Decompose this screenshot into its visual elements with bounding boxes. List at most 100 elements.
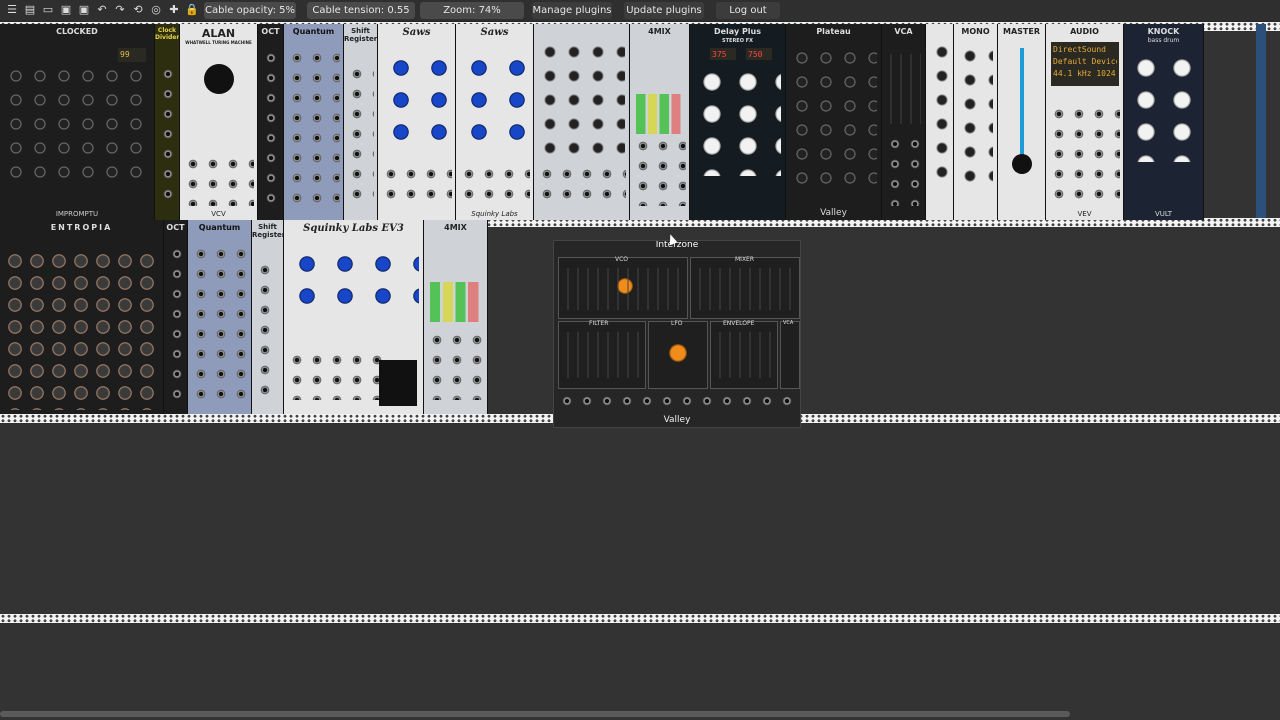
jack-grid[interactable] (537, 164, 626, 206)
jack-grid[interactable] (183, 154, 254, 206)
jack-column[interactable] (255, 260, 280, 400)
output-panel[interactable] (379, 360, 417, 406)
section-label: LFO (671, 320, 683, 327)
module-saws-2[interactable]: Saws Squinky Labs (456, 24, 534, 220)
module-adsr-2[interactable] (926, 24, 954, 220)
fader-bank[interactable] (886, 54, 921, 124)
save-as-icon[interactable]: ▣ (76, 2, 92, 18)
module-title: 4MIX (444, 223, 467, 232)
step-ring[interactable] (4, 250, 154, 410)
lock-icon[interactable]: 🔒 (184, 2, 200, 18)
module-title: MONO (961, 27, 990, 36)
jack-grid[interactable] (427, 330, 484, 400)
jack-grid[interactable] (191, 244, 248, 400)
zoom-slider[interactable]: Zoom: 74% (420, 2, 524, 19)
horizontal-scrollbar[interactable] (0, 711, 1070, 717)
module-oct[interactable]: OCT (258, 24, 284, 220)
module-shift-register-2[interactable]: Shift Register (252, 220, 284, 414)
module-entropia[interactable]: ENTROPIA (0, 220, 164, 414)
file-icon[interactable]: ▤ (22, 2, 38, 18)
module-4mix-top[interactable]: 4MIX (630, 24, 690, 220)
module-quantum[interactable]: Quantum (284, 24, 344, 220)
filter-faders[interactable] (563, 332, 641, 378)
module-title: Saws (402, 27, 431, 38)
module-knock[interactable]: KNOCK bass drum VULT (1124, 24, 1204, 220)
master-level-knob[interactable] (1012, 154, 1032, 174)
module-title: Clock Divider (155, 27, 180, 41)
envelope-section[interactable]: ENVELOPE (710, 320, 778, 389)
module-quantum-2[interactable]: Quantum (188, 220, 252, 414)
module-4mix-bottom[interactable]: 4MIX (424, 220, 488, 414)
vca-section[interactable]: VCA (780, 320, 800, 389)
knob-grid[interactable] (1128, 52, 1199, 162)
module-squinky-evo[interactable]: Squinky Labs EV3 (284, 220, 424, 414)
jack-column[interactable] (885, 134, 922, 206)
filter-section[interactable]: FILTER (558, 320, 646, 389)
module-alan[interactable]: ALAN WHATWELL TURING MACHINE VCV (180, 24, 258, 220)
module-vca[interactable]: VCA (882, 24, 926, 220)
rack[interactable]: CLOCKED 99 IMPROMPTU Clock Divider ALAN … (0, 22, 1280, 720)
audio-device-display[interactable]: DirectSound Default Device (1-2 out) 44.… (1051, 42, 1119, 86)
module-clocked[interactable]: CLOCKED 99 IMPROMPTU (0, 24, 155, 220)
module-interzone[interactable]: Interzone VCO MIXER FILTER LFO ENVELOPE … (553, 240, 801, 428)
module-saws-1[interactable]: Saws (378, 24, 456, 220)
update-plugins-button[interactable]: Update plugins (624, 2, 704, 19)
knob-grid[interactable] (694, 66, 781, 176)
jack-row[interactable] (557, 391, 797, 409)
section-label: VCO (615, 256, 629, 263)
cable-opacity-slider[interactable]: Cable opacity: 5% (204, 2, 296, 19)
module-plateau[interactable]: Plateau Valley (786, 24, 882, 220)
vco-faders[interactable] (563, 268, 683, 310)
library-icon[interactable]: ◎ (148, 2, 164, 18)
module-clock-divider[interactable]: Clock Divider (155, 24, 180, 220)
module-title: Quantum (292, 27, 335, 36)
module-subtitle: WHATWELL TURING MACHINE (185, 40, 252, 45)
lfo-section[interactable]: LFO (648, 320, 708, 389)
jack-grid[interactable] (287, 48, 340, 206)
save-icon[interactable]: ▣ (58, 2, 74, 18)
cpu-icon[interactable]: ⟲ (130, 2, 146, 18)
knob-grid[interactable] (790, 46, 877, 186)
jack-grid[interactable] (381, 164, 452, 206)
mixer-section[interactable]: MIXER (690, 256, 800, 319)
vco-section[interactable]: VCO (558, 256, 688, 319)
manage-plugins-button[interactable]: Manage plugins (532, 2, 612, 19)
module-title: MASTER (1003, 27, 1040, 36)
main-knob[interactable] (204, 64, 234, 94)
module-title: CLOCKED (56, 27, 98, 36)
jack-column[interactable] (158, 64, 176, 206)
module-shift-register[interactable]: Shift Register (344, 24, 378, 220)
module-oct-2[interactable]: OCT (164, 220, 188, 414)
menu-icon[interactable]: ☰ (4, 2, 20, 18)
rack-rail (0, 614, 1280, 623)
module-delay-plus[interactable]: Delay Plus STEREO FX 375 750 (690, 24, 786, 220)
jack-column[interactable] (261, 48, 280, 206)
master-fader[interactable] (1020, 48, 1024, 158)
knob-grid[interactable] (288, 248, 419, 318)
jack-grid[interactable] (287, 350, 383, 400)
knob-grid[interactable] (460, 52, 529, 152)
knob-grid[interactable] (538, 40, 625, 160)
knob-grid[interactable] (4, 64, 150, 184)
knob-column[interactable] (930, 40, 949, 190)
lfo-rate-knob[interactable] (669, 344, 687, 362)
jack-grid[interactable] (1049, 104, 1120, 206)
envelope-faders[interactable] (715, 332, 773, 378)
log-out-button[interactable]: Log out (716, 2, 780, 19)
module-mono[interactable]: MONO (954, 24, 998, 220)
knob-grid[interactable] (958, 44, 993, 184)
mixer-faders[interactable] (695, 268, 795, 310)
jack-column[interactable] (167, 244, 184, 400)
jack-column[interactable] (347, 64, 374, 206)
module-master[interactable]: MASTER (998, 24, 1046, 220)
knob-grid[interactable] (382, 52, 451, 152)
module-audio[interactable]: AUDIO DirectSound Default Device (1-2 ou… (1046, 24, 1124, 220)
jack-grid[interactable] (459, 164, 530, 206)
undo-icon[interactable]: ↶ (94, 2, 110, 18)
redo-icon[interactable]: ↷ (112, 2, 128, 18)
module-adsr-bank[interactable] (534, 24, 630, 220)
folder-icon[interactable]: ▭ (40, 2, 56, 18)
plugin-icon[interactable]: ✚ (166, 2, 182, 18)
jack-grid[interactable] (633, 136, 686, 206)
cable-tension-slider[interactable]: Cable tension: 0.55 (307, 2, 415, 19)
